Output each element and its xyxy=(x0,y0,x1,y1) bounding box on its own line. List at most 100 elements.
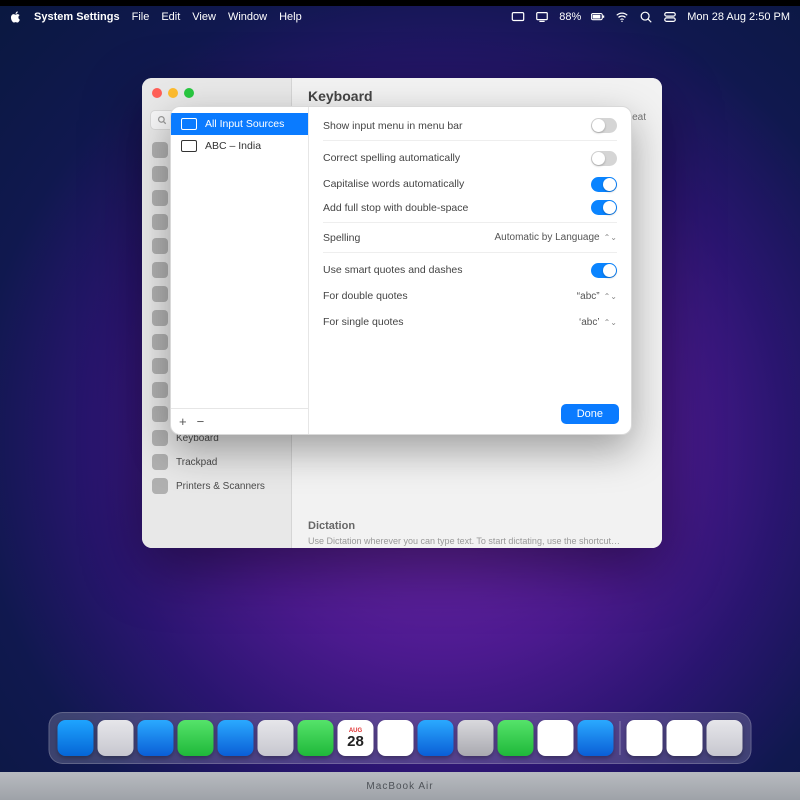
dock-separator xyxy=(620,721,621,755)
sidebar-item-icon xyxy=(152,310,168,326)
input-source-item[interactable]: All Input Sources xyxy=(171,113,308,135)
popup-single-quotes-value: ‘abc’ xyxy=(579,317,600,328)
zoom-button[interactable] xyxy=(184,88,194,98)
label-correct-spelling: Correct spelling automatically xyxy=(323,152,460,164)
input-sources-sheet: All Input Sources ABC – India + − Show in… xyxy=(170,106,632,435)
sidebar-item-icon xyxy=(152,334,168,350)
label-full-stop: Add full stop with double-space xyxy=(323,202,468,214)
display-status-icon[interactable] xyxy=(535,10,549,24)
label-smart-quotes: Use smart quotes and dashes xyxy=(323,264,463,276)
input-source-item[interactable]: ABC – India xyxy=(171,135,308,157)
sidebar-item-icon xyxy=(152,382,168,398)
sidebar-item-label: Trackpad xyxy=(176,457,217,468)
sidebar-item-icon xyxy=(152,262,168,278)
chevron-updown-icon: ⌃⌄ xyxy=(604,233,617,242)
dock-app-twitter[interactable] xyxy=(578,720,614,756)
dock-app-pages-doc-2[interactable] xyxy=(667,720,703,756)
sidebar-item-icon xyxy=(152,406,168,422)
popup-double-quotes[interactable]: “abc” ⌃⌄ xyxy=(577,291,617,302)
dock-app-maps[interactable] xyxy=(258,720,294,756)
menu-view[interactable]: View xyxy=(192,11,216,23)
sidebar-item-icon xyxy=(152,478,168,494)
dock-app-settings[interactable] xyxy=(458,720,494,756)
row-smart-quotes: Use smart quotes and dashes xyxy=(323,257,617,283)
dock-app-trash[interactable] xyxy=(707,720,743,756)
control-center-icon[interactable] xyxy=(663,10,677,24)
close-button[interactable] xyxy=(152,88,162,98)
row-double-quotes: For double quotes “abc” ⌃⌄ xyxy=(323,283,617,309)
minimize-button[interactable] xyxy=(168,88,178,98)
dictation-section: Dictation Use Dictation wherever you can… xyxy=(292,514,662,548)
sidebar-item-icon xyxy=(152,358,168,374)
menu-app-name[interactable]: System Settings xyxy=(34,11,120,23)
keyboard-icon xyxy=(181,140,197,152)
toggle-correct-spelling[interactable] xyxy=(591,151,617,166)
calendar-day: 28 xyxy=(347,734,364,749)
row-show-input-menu: Show input menu in menu bar xyxy=(323,115,617,141)
add-input-source-button[interactable]: + xyxy=(179,414,187,429)
battery-percent: 88% xyxy=(559,11,581,23)
dock-app-messages[interactable] xyxy=(178,720,214,756)
done-button[interactable]: Done xyxy=(561,404,619,424)
toggle-smart-quotes[interactable] xyxy=(591,263,617,278)
toggle-capitalise[interactable] xyxy=(591,177,617,192)
apple-menu-icon[interactable] xyxy=(10,11,22,23)
dock-app-safari[interactable] xyxy=(138,720,174,756)
dictation-description: Use Dictation wherever you can type text… xyxy=(308,536,646,548)
keyboard-icon xyxy=(181,118,197,130)
sidebar-item[interactable]: Trackpad xyxy=(142,450,291,474)
menu-clock[interactable]: Mon 28 Aug 2:50 PM xyxy=(687,11,790,23)
dock-app-whatsapp[interactable] xyxy=(498,720,534,756)
remove-input-source-button[interactable]: − xyxy=(197,414,205,429)
popup-single-quotes[interactable]: ‘abc’ ⌃⌄ xyxy=(579,317,617,328)
battery-icon[interactable] xyxy=(591,10,605,24)
input-source-label: All Input Sources xyxy=(205,118,284,130)
popup-spelling-value: Automatic by Language xyxy=(495,232,600,243)
sidebar-item-icon xyxy=(152,166,168,182)
label-double-quotes: For double quotes xyxy=(323,290,408,302)
input-sources-sidebar: All Input Sources ABC – India + − xyxy=(171,107,309,434)
row-single-quotes: For single quotes ‘abc’ ⌃⌄ xyxy=(323,309,617,335)
menu-file[interactable]: File xyxy=(132,11,150,23)
sidebar-item[interactable]: Printers & Scanners xyxy=(142,474,291,498)
dock-app-pages-doc[interactable] xyxy=(627,720,663,756)
row-spelling: Spelling Automatic by Language ⌃⌄ xyxy=(323,227,617,253)
dock: AUG28 xyxy=(49,712,752,764)
label-single-quotes: For single quotes xyxy=(323,316,404,328)
menu-window[interactable]: Window xyxy=(228,11,267,23)
dock-app-mail[interactable] xyxy=(218,720,254,756)
search-icon[interactable] xyxy=(639,10,653,24)
row-correct-spelling: Correct spelling automatically xyxy=(323,145,617,171)
toggle-full-stop[interactable] xyxy=(591,200,617,215)
dock-app-slack[interactable] xyxy=(538,720,574,756)
sidebar-item-icon xyxy=(152,286,168,302)
laptop-chin: MacBook Air xyxy=(0,772,800,800)
menu-help[interactable]: Help xyxy=(279,11,302,23)
dock-app-facetime[interactable] xyxy=(298,720,334,756)
menu-bar: System Settings File Edit View Window He… xyxy=(0,6,800,28)
label-show-input-menu: Show input menu in menu bar xyxy=(323,120,463,132)
wifi-icon[interactable] xyxy=(615,10,629,24)
language-status-icon[interactable] xyxy=(511,10,525,24)
dictation-heading: Dictation xyxy=(308,520,646,532)
label-capitalise: Capitalise words automatically xyxy=(323,178,464,190)
sidebar-item-icon xyxy=(152,454,168,470)
sidebar-item-icon xyxy=(152,214,168,230)
popup-double-quotes-value: “abc” xyxy=(577,291,600,302)
sidebar-item-icon xyxy=(152,238,168,254)
laptop-model-label: MacBook Air xyxy=(366,781,433,792)
dock-app-appstore[interactable] xyxy=(418,720,454,756)
input-sources-main: Show input menu in menu bar Correct spel… xyxy=(309,107,631,434)
chevron-updown-icon: ⌃⌄ xyxy=(604,292,617,301)
pane-title: Keyboard xyxy=(292,78,662,108)
label-spelling: Spelling xyxy=(323,232,360,244)
toggle-show-input-menu[interactable] xyxy=(591,118,617,133)
menu-edit[interactable]: Edit xyxy=(161,11,180,23)
popup-spelling[interactable]: Automatic by Language ⌃⌄ xyxy=(495,232,617,243)
dock-app-finder[interactable] xyxy=(58,720,94,756)
sidebar-item-label: Printers & Scanners xyxy=(176,481,265,492)
dock-app-reminders[interactable] xyxy=(378,720,414,756)
sidebar-item-icon xyxy=(152,430,168,446)
dock-app-launchpad[interactable] xyxy=(98,720,134,756)
dock-app-calendar[interactable]: AUG28 xyxy=(338,720,374,756)
